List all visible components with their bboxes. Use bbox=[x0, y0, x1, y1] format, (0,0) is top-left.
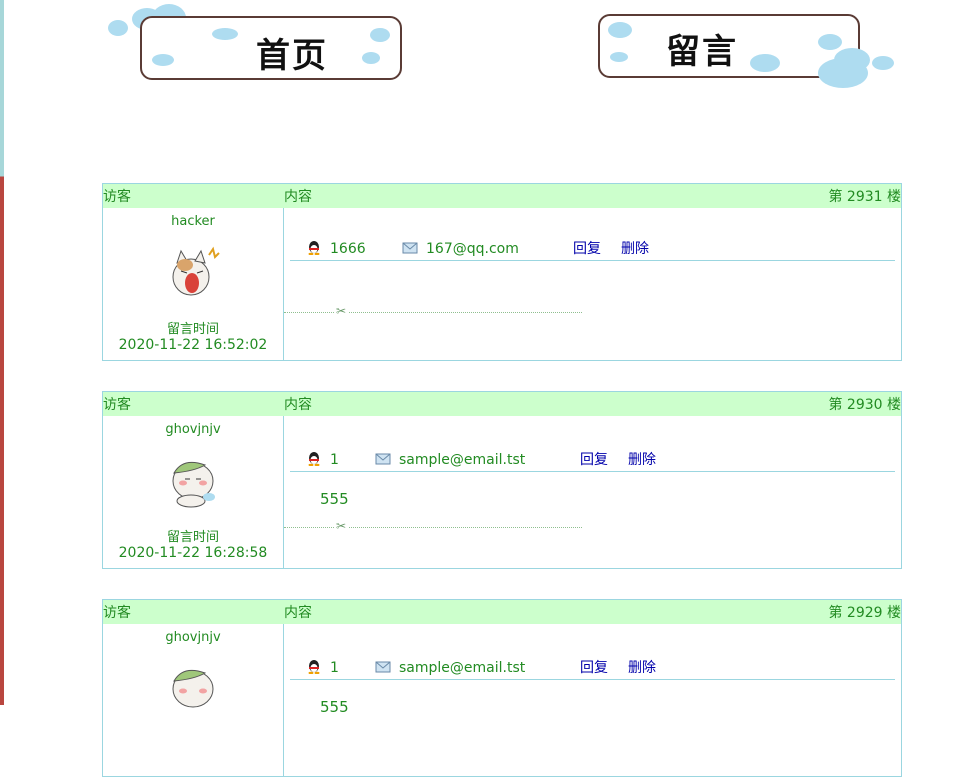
home-nav-label: 首页 bbox=[256, 36, 328, 76]
cut-line-divider: ✂ bbox=[284, 519, 582, 533]
cloud-decoration bbox=[362, 52, 380, 64]
home-nav-board: 首页 bbox=[140, 16, 402, 80]
qq-number: 1 bbox=[306, 657, 339, 679]
qq-number-text: 1 bbox=[330, 452, 339, 468]
cloud-decoration bbox=[872, 56, 894, 70]
reply-link[interactable]: 回复 bbox=[580, 657, 608, 679]
blushing-cat-avatar bbox=[165, 451, 221, 509]
email-text: sample@email.tst bbox=[399, 452, 526, 468]
username: ghovjnjv bbox=[165, 630, 221, 645]
delete-link[interactable]: 删除 bbox=[621, 238, 649, 260]
qq-number: 1 bbox=[306, 449, 339, 471]
reply-link[interactable]: 回复 bbox=[580, 449, 608, 471]
floor-number: 第 2929 楼 bbox=[828, 605, 901, 621]
visitor-column-header: 访客 bbox=[103, 189, 131, 205]
cloud-decoration bbox=[750, 54, 780, 72]
scissors-icon: ✂ bbox=[334, 304, 349, 318]
cloud-decoration bbox=[834, 48, 870, 72]
username: hacker bbox=[171, 214, 215, 229]
message-content: 555 bbox=[320, 698, 349, 716]
contact-info-row: 1 sample@email.tst 回复 删除 bbox=[290, 449, 895, 472]
visitor-cell: hacker 留言时间 2020-11-22 16:52:02 bbox=[103, 208, 284, 360]
cloud-decoration bbox=[108, 20, 128, 36]
message-body: ghovjnjv 1 sample@email.tst 回复 删除 555 bbox=[103, 624, 901, 776]
cloud-decoration bbox=[370, 28, 390, 42]
message-card: 访客 内容 第 2929 楼 ghovjnjv 1 sample@email.t… bbox=[102, 599, 902, 777]
content-cell: 1666 167@qq.com 回复 删除 ✂ bbox=[284, 208, 901, 360]
delete-link[interactable]: 删除 bbox=[628, 449, 656, 471]
mail-icon bbox=[375, 661, 391, 673]
message-time: 2020-11-22 16:52:02 bbox=[118, 337, 268, 353]
shouting-cat-avatar bbox=[165, 243, 221, 301]
floor-number: 第 2930 楼 bbox=[828, 397, 901, 413]
cloud-decoration bbox=[212, 28, 238, 40]
email-text: 167@qq.com bbox=[426, 241, 519, 257]
blushing-cat-avatar bbox=[165, 659, 221, 717]
message-header: 访客 内容 第 2930 楼 bbox=[103, 392, 901, 416]
message-time: 2020-11-22 16:28:58 bbox=[118, 545, 268, 561]
contact-info-row: 1666 167@qq.com 回复 删除 bbox=[290, 238, 895, 261]
email-address: sample@email.tst bbox=[375, 657, 525, 679]
qq-number-text: 1 bbox=[330, 660, 339, 676]
time-label: 留言时间 bbox=[166, 322, 219, 337]
reply-link[interactable]: 回复 bbox=[573, 238, 601, 260]
home-nav-button[interactable]: 首页 bbox=[104, 4, 404, 84]
content-cell: 1 sample@email.tst 回复 删除 555 ✂ bbox=[284, 416, 901, 568]
mail-icon bbox=[402, 242, 418, 254]
qq-number-text: 1666 bbox=[330, 241, 366, 257]
content-column-header: 内容 bbox=[284, 605, 312, 621]
qq-penguin-icon bbox=[308, 241, 320, 255]
cloud-decoration bbox=[818, 34, 842, 50]
contact-info-row: 1 sample@email.tst 回复 删除 bbox=[290, 657, 895, 680]
message-card: 访客 内容 第 2931 楼 hacker 留言时间 2020-11-22 16… bbox=[102, 183, 902, 361]
visitor-column-header: 访客 bbox=[103, 605, 131, 621]
username: ghovjnjv bbox=[165, 422, 221, 437]
visitor-cell: ghovjnjv 留言时间 2020-11-22 16:28:58 bbox=[103, 416, 284, 568]
content-column-header: 内容 bbox=[284, 397, 312, 413]
cut-line-divider: ✂ bbox=[284, 304, 582, 318]
delete-link[interactable]: 删除 bbox=[628, 657, 656, 679]
message-nav-label: 留言 bbox=[666, 32, 738, 72]
message-content: 555 bbox=[320, 490, 349, 508]
floor-number: 第 2931 楼 bbox=[828, 189, 901, 205]
email-address: sample@email.tst bbox=[375, 449, 525, 471]
left-edge-decoration bbox=[0, 0, 4, 705]
message-nav-button[interactable]: 留言 bbox=[596, 10, 901, 100]
qq-penguin-icon bbox=[308, 452, 320, 466]
message-card: 访客 内容 第 2930 楼 ghovjnjv 留言时间 2020-11-22 … bbox=[102, 391, 902, 569]
time-label: 留言时间 bbox=[166, 530, 219, 545]
content-cell: 1 sample@email.tst 回复 删除 555 bbox=[284, 624, 901, 776]
cloud-decoration bbox=[610, 52, 628, 62]
visitor-column-header: 访客 bbox=[103, 397, 131, 413]
email-address: 167@qq.com bbox=[402, 238, 519, 260]
cloud-decoration bbox=[152, 54, 174, 66]
email-text: sample@email.tst bbox=[399, 660, 526, 676]
visitor-cell: ghovjnjv bbox=[103, 624, 284, 776]
content-column-header: 内容 bbox=[284, 189, 312, 205]
qq-number: 1666 bbox=[306, 238, 366, 260]
message-header: 访客 内容 第 2929 楼 bbox=[103, 600, 901, 624]
cloud-decoration bbox=[608, 22, 632, 38]
message-header: 访客 内容 第 2931 楼 bbox=[103, 184, 901, 208]
mail-icon bbox=[375, 453, 391, 465]
message-body: hacker 留言时间 2020-11-22 16:52:02 1666 167… bbox=[103, 208, 901, 360]
scissors-icon: ✂ bbox=[334, 519, 349, 533]
message-body: ghovjnjv 留言时间 2020-11-22 16:28:58 1 samp… bbox=[103, 416, 901, 568]
qq-penguin-icon bbox=[308, 660, 320, 674]
